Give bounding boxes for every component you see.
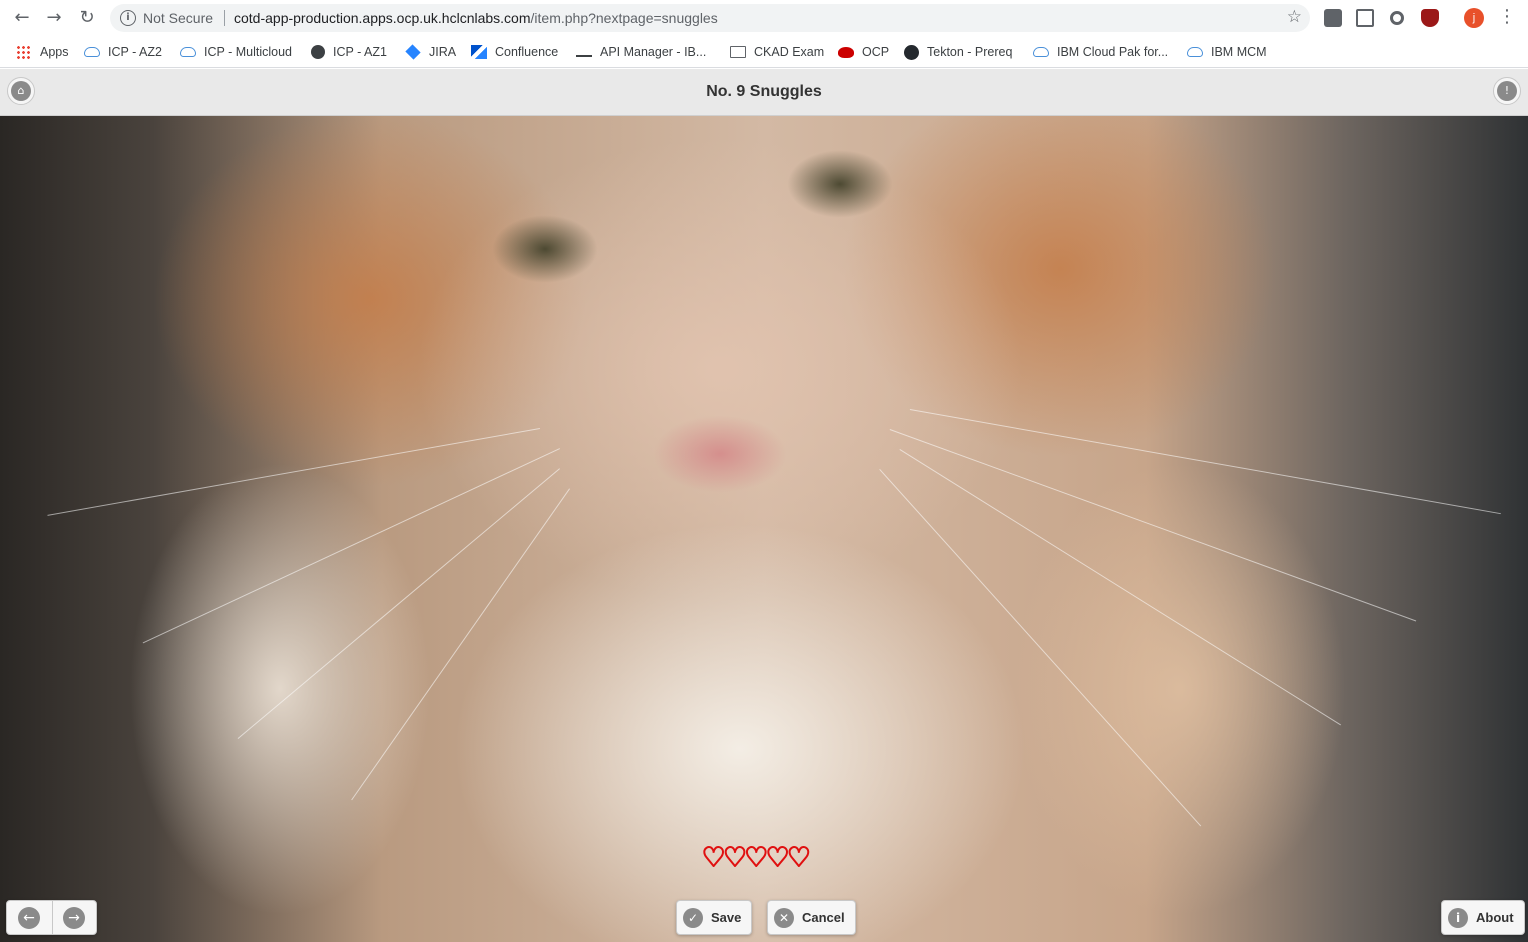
bookmark-confluence[interactable]: Confluence xyxy=(471,42,558,62)
page-header: ⌂ No. 9 Snuggles ! xyxy=(0,69,1528,116)
page-title: No. 9 Snuggles xyxy=(706,83,822,100)
whisker-line xyxy=(909,409,1501,515)
bookmark-label: IBM Cloud Pak for... xyxy=(1057,45,1169,59)
cancel-button[interactable]: ✕ Cancel xyxy=(767,900,856,935)
whisker-line xyxy=(237,468,561,739)
url-text[interactable]: cotd-app-production.apps.ocp.uk.hclcnlab… xyxy=(234,10,718,26)
bookmark-ibm-cloud-pak[interactable]: IBM Cloud Pak for... xyxy=(1033,42,1168,62)
close-icon: ✕ xyxy=(774,907,794,928)
kebab-menu-icon[interactable]: ⋮ xyxy=(1498,6,1516,27)
heart-icon[interactable]: ♥ xyxy=(786,844,811,872)
key-icon xyxy=(576,48,592,57)
bookmarks-bar: Apps ICP - AZ2 ICP - Multicloud ICP - AZ… xyxy=(0,36,1528,68)
security-label: Not Secure xyxy=(143,10,214,26)
heart-rating[interactable]: ♥ ♥ ♥ ♥ ♥ xyxy=(701,844,812,872)
cloud-icon xyxy=(1187,47,1203,57)
folder-icon xyxy=(730,46,746,58)
save-button[interactable]: ✓ Save xyxy=(676,900,753,935)
prev-next-group: ← → xyxy=(6,900,97,935)
ublock-shield-icon[interactable] xyxy=(1421,9,1439,27)
bookmark-ocp[interactable]: OCP xyxy=(838,42,889,62)
bookmark-label: API Manager - IB... xyxy=(600,45,707,59)
heart-icon[interactable]: ♥ xyxy=(722,844,747,872)
heart-icon[interactable]: ♥ xyxy=(765,844,790,872)
extension-edit-icon[interactable] xyxy=(1356,9,1374,27)
bookmark-label: ICP - Multicloud xyxy=(204,45,292,59)
bookmark-label: Tekton - Prereq xyxy=(927,45,1013,59)
address-bar[interactable]: i Not Secure cotd-app-production.apps.oc… xyxy=(110,4,1310,32)
url-host: cotd-app-production.apps.ocp.uk.hclcnlab… xyxy=(234,10,531,26)
whisker-line xyxy=(351,488,570,801)
alert-button[interactable]: ! xyxy=(1493,77,1521,105)
bookmark-label: JIRA xyxy=(429,45,457,59)
browser-toolbar: ← → ↻ i Not Secure cotd-app-production.a… xyxy=(0,0,1528,36)
bookmark-label: ICP - AZ2 xyxy=(108,45,162,59)
cloud-icon xyxy=(180,47,196,57)
previous-arrow-icon[interactable]: ← xyxy=(18,907,40,929)
whisker-line xyxy=(899,449,1341,726)
whisker-line xyxy=(889,429,1417,622)
redhat-icon xyxy=(838,46,854,58)
info-icon: i xyxy=(1448,907,1468,928)
confluence-icon xyxy=(471,45,487,59)
bookmark-jira[interactable]: JIRA xyxy=(405,42,456,62)
back-arrow-icon[interactable]: ← xyxy=(12,8,32,28)
info-icon[interactable]: i xyxy=(120,10,136,26)
bookmark-star-icon[interactable]: ☆ xyxy=(1287,7,1302,27)
alert-icon: ! xyxy=(1497,81,1517,101)
profile-avatar[interactable]: j xyxy=(1464,8,1484,28)
heart-icon[interactable]: ♥ xyxy=(701,844,726,872)
cloud-icon xyxy=(1033,47,1049,57)
save-label: Save xyxy=(711,910,742,925)
github-icon xyxy=(904,44,919,60)
forward-arrow-icon[interactable]: → xyxy=(44,8,64,28)
about-label: About xyxy=(1476,910,1514,925)
next-arrow-icon[interactable]: → xyxy=(63,907,85,929)
heart-icon[interactable]: ♥ xyxy=(744,844,769,872)
bookmark-label: Confluence xyxy=(495,45,559,59)
bookmark-apps[interactable]: Apps xyxy=(16,42,69,62)
bookmark-ckad-exam[interactable]: CKAD Exam xyxy=(730,42,824,62)
nav-divider xyxy=(52,901,53,934)
cloud-icon xyxy=(84,47,100,57)
cat-photo xyxy=(0,69,1528,942)
jira-icon xyxy=(405,44,421,60)
bookmark-label: CKAD Exam xyxy=(754,45,825,59)
bookmark-icp-az2[interactable]: ICP - AZ2 xyxy=(84,42,162,62)
bookmark-label: ICP - AZ1 xyxy=(333,45,387,59)
check-icon: ✓ xyxy=(683,907,703,928)
whisker-line xyxy=(47,428,540,516)
bookmark-icp-multicloud[interactable]: ICP - Multicloud xyxy=(180,42,292,62)
address-divider xyxy=(224,10,225,26)
bookmark-ibm-mcm[interactable]: IBM MCM xyxy=(1187,42,1267,62)
bookmark-label: IBM MCM xyxy=(1211,45,1267,59)
extension-icon[interactable] xyxy=(1324,9,1342,27)
cat-of-the-day-page: ⌂ No. 9 Snuggles ! ♥ ♥ ♥ ♥ ♥ ← → ✓ Save … xyxy=(0,69,1528,942)
about-button[interactable]: i About xyxy=(1441,900,1525,935)
reload-icon[interactable]: ↻ xyxy=(77,8,97,28)
url-path: /item.php?nextpage=snuggles xyxy=(530,10,718,26)
bookmark-api-manager[interactable]: API Manager - IB... xyxy=(576,42,706,62)
bookmark-label: OCP xyxy=(862,45,890,59)
whisker-line xyxy=(142,448,561,644)
whisker-line xyxy=(879,469,1202,827)
bookmark-tekton-prereq[interactable]: Tekton - Prereq xyxy=(904,42,1012,62)
extension-circle-icon[interactable] xyxy=(1390,11,1404,25)
globe-icon xyxy=(311,45,325,59)
apps-grid-icon xyxy=(16,45,32,59)
bookmark-label: Apps xyxy=(40,45,69,59)
bookmark-icp-az1[interactable]: ICP - AZ1 xyxy=(311,42,387,62)
cancel-label: Cancel xyxy=(802,910,845,925)
